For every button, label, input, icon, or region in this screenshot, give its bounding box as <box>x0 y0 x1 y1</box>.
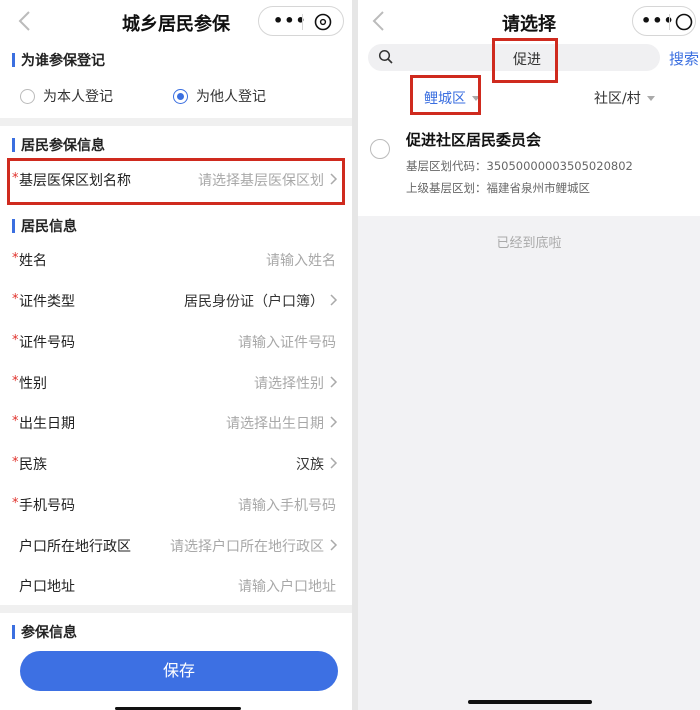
radio-self[interactable] <box>20 88 35 104</box>
section-divider <box>0 118 352 126</box>
field-select[interactable]: 请选择出生日期 <box>226 413 324 433</box>
result-parent-label: 上级基层区划： <box>406 181 487 195</box>
radio-other-label[interactable]: 为他人登记 <box>196 86 266 106</box>
required-mark: * <box>12 374 19 389</box>
field-select[interactable]: 居民身份证（户口簿） <box>184 291 324 311</box>
search-button[interactable]: 搜索 <box>669 48 699 69</box>
chevron-right-icon <box>330 294 338 306</box>
required-mark: * <box>12 496 19 511</box>
search-icon <box>378 49 393 64</box>
highlight-box-district <box>410 75 481 115</box>
result-list-item[interactable]: 促进社区居民委员会 基层区划代码：35050000003505020802 上级… <box>358 118 700 216</box>
mini-program-capsule: ••• <box>632 6 696 36</box>
radio-self-label[interactable]: 为本人登记 <box>43 86 113 106</box>
close-circle-icon[interactable] <box>314 13 332 31</box>
result-radio[interactable] <box>370 139 390 159</box>
chevron-right-icon <box>330 539 338 551</box>
community-filter-label[interactable]: 社区/村 <box>594 88 641 108</box>
result-code-label: 基层区划代码： <box>406 159 487 173</box>
section-title-insurance: 居民参保信息 <box>12 135 105 155</box>
section-marker <box>12 138 15 152</box>
field-select[interactable]: 请选择户口所在地行政区 <box>170 536 324 556</box>
community-filter[interactable]: 社区/村 <box>594 88 655 108</box>
capsule-divider <box>302 14 303 30</box>
required-mark: * <box>12 455 19 470</box>
field-select[interactable]: 汉族 <box>296 454 324 474</box>
field-row-birthdate[interactable]: * 出生日期 请选择出生日期 <box>0 402 352 442</box>
save-button[interactable]: 保存 <box>20 651 338 691</box>
field-row-phone[interactable]: * 手机号码 请输入手机号码 <box>0 484 352 524</box>
result-code-line: 基层区划代码：35050000003505020802 <box>406 158 633 174</box>
left-screen: 城乡居民参保 ••• 为谁参保登记 为本人登记 为他人登记 居民参保信息 * 基… <box>0 0 352 710</box>
field-label: 手机号码 <box>19 498 75 514</box>
close-circle-icon[interactable] <box>675 13 693 31</box>
result-code: 35050000003505020802 <box>486 159 633 173</box>
required-mark: * <box>12 414 19 429</box>
field-input[interactable]: 请输入证件号码 <box>238 332 336 352</box>
field-label: 户口地址 <box>19 579 75 595</box>
result-parent-line: 上级基层区划：福建省泉州市鲤城区 <box>406 180 590 196</box>
field-row-name[interactable]: * 姓名 请输入姓名 <box>0 239 352 279</box>
dropdown-triangle-icon <box>646 95 655 101</box>
capsule-divider <box>669 14 670 30</box>
field-input[interactable]: 请输入姓名 <box>266 250 336 270</box>
registration-options: 为本人登记 为他人登记 <box>20 86 266 106</box>
chevron-right-icon <box>330 457 338 469</box>
field-label: 性别 <box>19 376 47 392</box>
section-marker <box>12 53 15 67</box>
required-mark: * <box>12 251 19 266</box>
result-name: 促进社区居民委员会 <box>406 131 542 149</box>
required-mark: * <box>12 333 19 348</box>
section-title-registration: 为谁参保登记 <box>12 50 105 70</box>
section-title-text: 参保信息 <box>21 625 77 641</box>
field-row-household-region[interactable]: 户口所在地行政区 请选择户口所在地行政区 <box>0 525 352 565</box>
section-title-text: 为谁参保登记 <box>21 53 105 69</box>
section-title-participation: 参保信息 <box>12 622 77 642</box>
required-mark: * <box>12 292 19 307</box>
chevron-right-icon <box>330 376 338 388</box>
mini-program-capsule: ••• <box>258 6 344 36</box>
field-label: 姓名 <box>19 253 47 269</box>
navigation-bar: 请选择 ••• <box>358 0 700 42</box>
navigation-bar: 城乡居民参保 ••• <box>0 0 352 42</box>
section-marker <box>12 625 15 639</box>
field-row-ethnicity[interactable]: * 民族 汉族 <box>0 443 352 483</box>
section-title-text: 居民信息 <box>21 219 77 235</box>
section-title-resident: 居民信息 <box>12 216 77 236</box>
field-label: 户口所在地行政区 <box>19 539 131 555</box>
field-row-id-type[interactable]: * 证件类型 居民身份证（户口簿） <box>0 280 352 320</box>
right-screen: 请选择 ••• 促进 搜索 鲤城区 社区/村 促进社区居民委员会 基层区划代码：… <box>358 0 700 710</box>
section-marker <box>12 219 15 233</box>
field-input[interactable]: 请输入手机号码 <box>238 495 336 515</box>
chevron-right-icon <box>330 416 338 428</box>
section-divider <box>0 605 352 613</box>
field-label: 出生日期 <box>19 416 75 432</box>
radio-other[interactable] <box>173 88 188 104</box>
home-indicator <box>468 700 592 704</box>
field-row-household-address[interactable]: 户口地址 请输入户口地址 <box>0 565 352 605</box>
field-input[interactable]: 请输入户口地址 <box>238 576 336 596</box>
highlight-box-search <box>492 38 558 83</box>
end-of-list-text: 已经到底啦 <box>496 236 562 251</box>
field-row-gender[interactable]: * 性别 请选择性别 <box>0 362 352 402</box>
field-label: 证件号码 <box>19 335 75 351</box>
result-parent: 福建省泉州市鲤城区 <box>486 181 591 195</box>
field-label: 民族 <box>19 457 47 473</box>
field-row-id-number[interactable]: * 证件号码 请输入证件号码 <box>0 321 352 361</box>
field-label: 证件类型 <box>19 294 75 310</box>
field-select[interactable]: 请选择性别 <box>254 373 324 393</box>
highlight-box-division <box>7 158 345 205</box>
section-title-text: 居民参保信息 <box>21 138 105 154</box>
